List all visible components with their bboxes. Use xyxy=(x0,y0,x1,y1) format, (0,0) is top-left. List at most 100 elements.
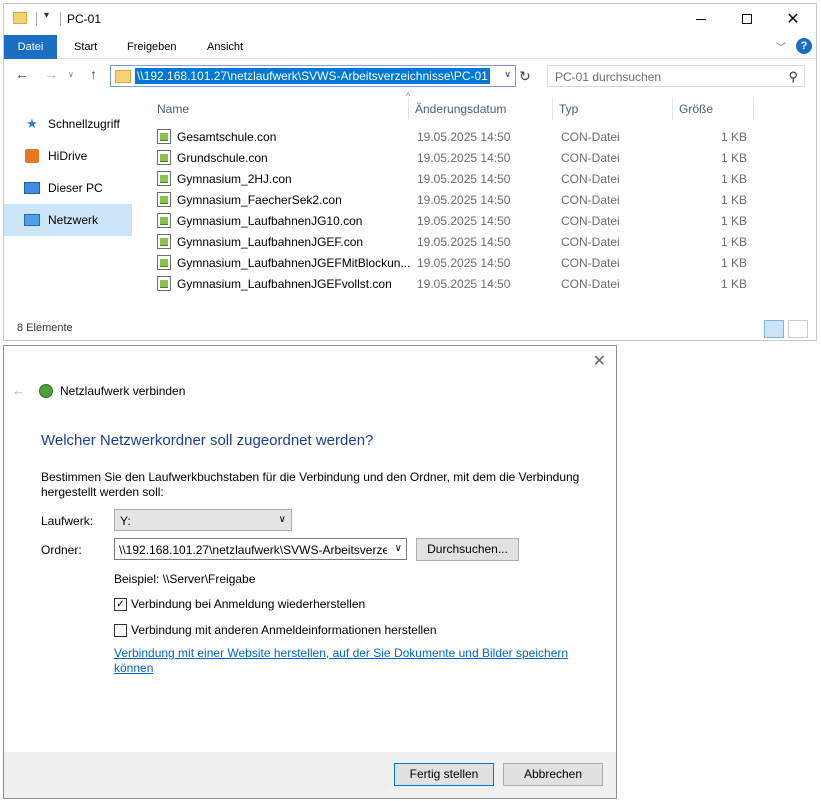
chevron-down-icon[interactable]: ∨ xyxy=(395,543,402,554)
column-header-date[interactable]: Änderungsdatum xyxy=(415,102,506,116)
file-size: 1 KB xyxy=(720,256,747,270)
other-credentials-label: Verbindung mit anderen Anmeldeinformatio… xyxy=(131,623,437,637)
minimize-button[interactable] xyxy=(678,4,724,34)
address-bar[interactable]: \\192.168.101.27\netzlaufwerk\SVWS-Arbei… xyxy=(110,65,516,87)
file-date: 19.05.2025 14:50 xyxy=(417,172,511,186)
tab-freigeben[interactable]: Freigeben xyxy=(114,35,190,59)
quick-access-dropdown[interactable]: ▾ xyxy=(44,10,49,21)
refresh-icon[interactable]: ↻ xyxy=(519,68,531,85)
divider xyxy=(408,98,409,120)
file-size: 1 KB xyxy=(720,151,747,165)
details-view-icon[interactable] xyxy=(764,320,784,338)
sidebar-item-hidrive[interactable]: HiDrive xyxy=(4,140,132,172)
finish-button[interactable]: Fertig stellen xyxy=(394,763,494,786)
tab-start[interactable]: Start xyxy=(61,35,110,59)
table-row[interactable]: Gymnasium_LaufbahnenJG10.con 19.05.2025 … xyxy=(136,210,796,231)
window-title: PC-01 xyxy=(67,12,102,26)
sidebar-item-dieser-pc[interactable]: Dieser PC xyxy=(4,172,132,204)
sidebar-item-netzwerk[interactable]: Netzwerk xyxy=(4,204,132,236)
file-date: 19.05.2025 14:50 xyxy=(417,151,511,165)
search-input[interactable]: PC-01 durchsuchen ⚲ xyxy=(547,65,805,87)
tab-ansicht[interactable]: Ansicht xyxy=(194,35,256,59)
file-name: Gymnasium_LaufbahnenJG10.con xyxy=(177,214,363,228)
file-type: CON-Datei xyxy=(561,235,620,249)
con-file-icon xyxy=(157,192,171,207)
file-date: 19.05.2025 14:50 xyxy=(417,235,511,249)
divider xyxy=(36,12,37,26)
minimize-icon xyxy=(696,18,706,20)
dialog-description: Bestimmen Sie den Laufwerkbuchstaben für… xyxy=(41,470,580,499)
pc-icon xyxy=(24,182,40,194)
file-name: Gesamtschule.con xyxy=(177,130,277,144)
large-icons-view-icon[interactable] xyxy=(788,320,808,338)
other-credentials-checkbox-row[interactable]: Verbindung mit anderen Anmeldeinformatio… xyxy=(114,623,437,637)
back-arrow-icon[interactable]: ← xyxy=(15,66,29,82)
table-row[interactable]: Gymnasium_LaufbahnenJGEFMitBlockun... 19… xyxy=(136,252,796,273)
chevron-down-icon: ∨ xyxy=(278,514,286,525)
chevron-down-icon[interactable]: ﹀ xyxy=(776,39,786,54)
reconnect-checkbox[interactable]: ✓ xyxy=(114,597,127,611)
close-icon: ✕ xyxy=(786,11,800,28)
search-icon: ⚲ xyxy=(788,69,798,84)
hidrive-icon xyxy=(25,149,39,163)
navigation-bar: ← → ∨ ↑ \\192.168.101.27\netzlaufwerk\SV… xyxy=(4,60,816,90)
sidebar-item-label: HiDrive xyxy=(48,149,88,163)
maximize-button[interactable] xyxy=(724,4,770,34)
file-type: CON-Datei xyxy=(561,214,620,228)
back-arrow-icon[interactable]: ← xyxy=(12,383,25,398)
file-size: 1 KB xyxy=(720,277,747,291)
file-name: Gymnasium_FaecherSek2.con xyxy=(177,193,342,207)
file-type: CON-Datei xyxy=(561,151,620,165)
table-row[interactable]: Gymnasium_FaecherSek2.con 19.05.2025 14:… xyxy=(136,189,796,210)
table-row[interactable]: Gesamtschule.con 19.05.2025 14:50 CON-Da… xyxy=(136,126,796,147)
close-icon[interactable]: ✕ xyxy=(593,351,606,371)
column-header-type[interactable]: Typ xyxy=(559,102,578,116)
navigation-pane: ★ Schnellzugriff HiDrive Dieser PC Netzw… xyxy=(4,108,132,236)
file-name: Gymnasium_LaufbahnenJGEF.con xyxy=(177,235,364,249)
cancel-button[interactable]: Abbrechen xyxy=(503,763,603,786)
table-row[interactable]: Gymnasium_LaufbahnenJGEF.con 19.05.2025 … xyxy=(136,231,796,252)
file-type: CON-Datei xyxy=(561,277,620,291)
folder-value: \\192.168.101.27\netzlaufwerk\SVWS-Arbei… xyxy=(119,543,387,557)
up-arrow-icon[interactable]: ↑ xyxy=(90,66,97,82)
file-type: CON-Datei xyxy=(561,172,620,186)
table-row[interactable]: Gymnasium_2HJ.con 19.05.2025 14:50 CON-D… xyxy=(136,168,796,189)
folder-label: Ordner: xyxy=(41,543,82,557)
table-row[interactable]: Grundschule.con 19.05.2025 14:50 CON-Dat… xyxy=(136,147,796,168)
table-row[interactable]: Gymnasium_LaufbahnenJGEFvollst.con 19.05… xyxy=(136,273,796,294)
file-name: Gymnasium_LaufbahnenJGEFvollst.con xyxy=(177,277,392,291)
column-header-name[interactable]: Name xyxy=(157,102,189,116)
dialog-heading: Welcher Netzwerkordner soll zugeordnet w… xyxy=(41,432,374,449)
chevron-down-icon[interactable]: ∨ xyxy=(504,69,511,80)
map-network-drive-dialog: ✕ ← Netzlaufwerk verbinden Welcher Netzw… xyxy=(3,345,617,799)
file-type: CON-Datei xyxy=(561,256,620,270)
folder-input[interactable]: \\192.168.101.27\netzlaufwerk\SVWS-Arbei… xyxy=(114,538,407,560)
column-header-size[interactable]: Größe xyxy=(679,102,713,116)
network-drive-icon xyxy=(39,384,53,398)
reconnect-checkbox-row[interactable]: ✓ Verbindung bei Anmeldung wiederherstel… xyxy=(114,597,365,611)
network-icon xyxy=(24,214,40,226)
website-connect-link[interactable]: Verbindung mit einer Website herstellen,… xyxy=(114,646,584,676)
drive-letter-select[interactable]: Y: ∨ xyxy=(114,509,292,531)
sidebar-item-schnellzugriff[interactable]: ★ Schnellzugriff xyxy=(4,108,132,140)
drive-letter-value: Y: xyxy=(120,514,131,528)
file-size: 1 KB xyxy=(720,214,747,228)
close-button[interactable]: ✕ xyxy=(770,4,816,34)
dialog-footer: Fertig stellen Abbrechen xyxy=(4,752,616,798)
help-icon[interactable]: ? xyxy=(796,38,812,54)
browse-button[interactable]: Durchsuchen... xyxy=(416,538,519,561)
address-path[interactable]: \\192.168.101.27\netzlaufwerk\SVWS-Arbei… xyxy=(135,68,490,84)
recent-locations-dropdown-icon[interactable]: ∨ xyxy=(68,70,74,79)
forward-arrow-icon[interactable]: → xyxy=(44,66,58,82)
divider xyxy=(60,12,61,26)
file-rows: Gesamtschule.con 19.05.2025 14:50 CON-Da… xyxy=(136,126,796,294)
maximize-icon xyxy=(742,14,752,24)
tab-datei[interactable]: Datei xyxy=(4,35,57,59)
drive-label: Laufwerk: xyxy=(41,514,94,528)
example-text: Beispiel: \\Server\Freigabe xyxy=(114,572,256,586)
file-size: 1 KB xyxy=(720,172,747,186)
file-size: 1 KB xyxy=(720,193,747,207)
file-date: 19.05.2025 14:50 xyxy=(417,256,511,270)
folder-icon xyxy=(13,12,27,24)
other-credentials-checkbox[interactable] xyxy=(114,623,127,637)
